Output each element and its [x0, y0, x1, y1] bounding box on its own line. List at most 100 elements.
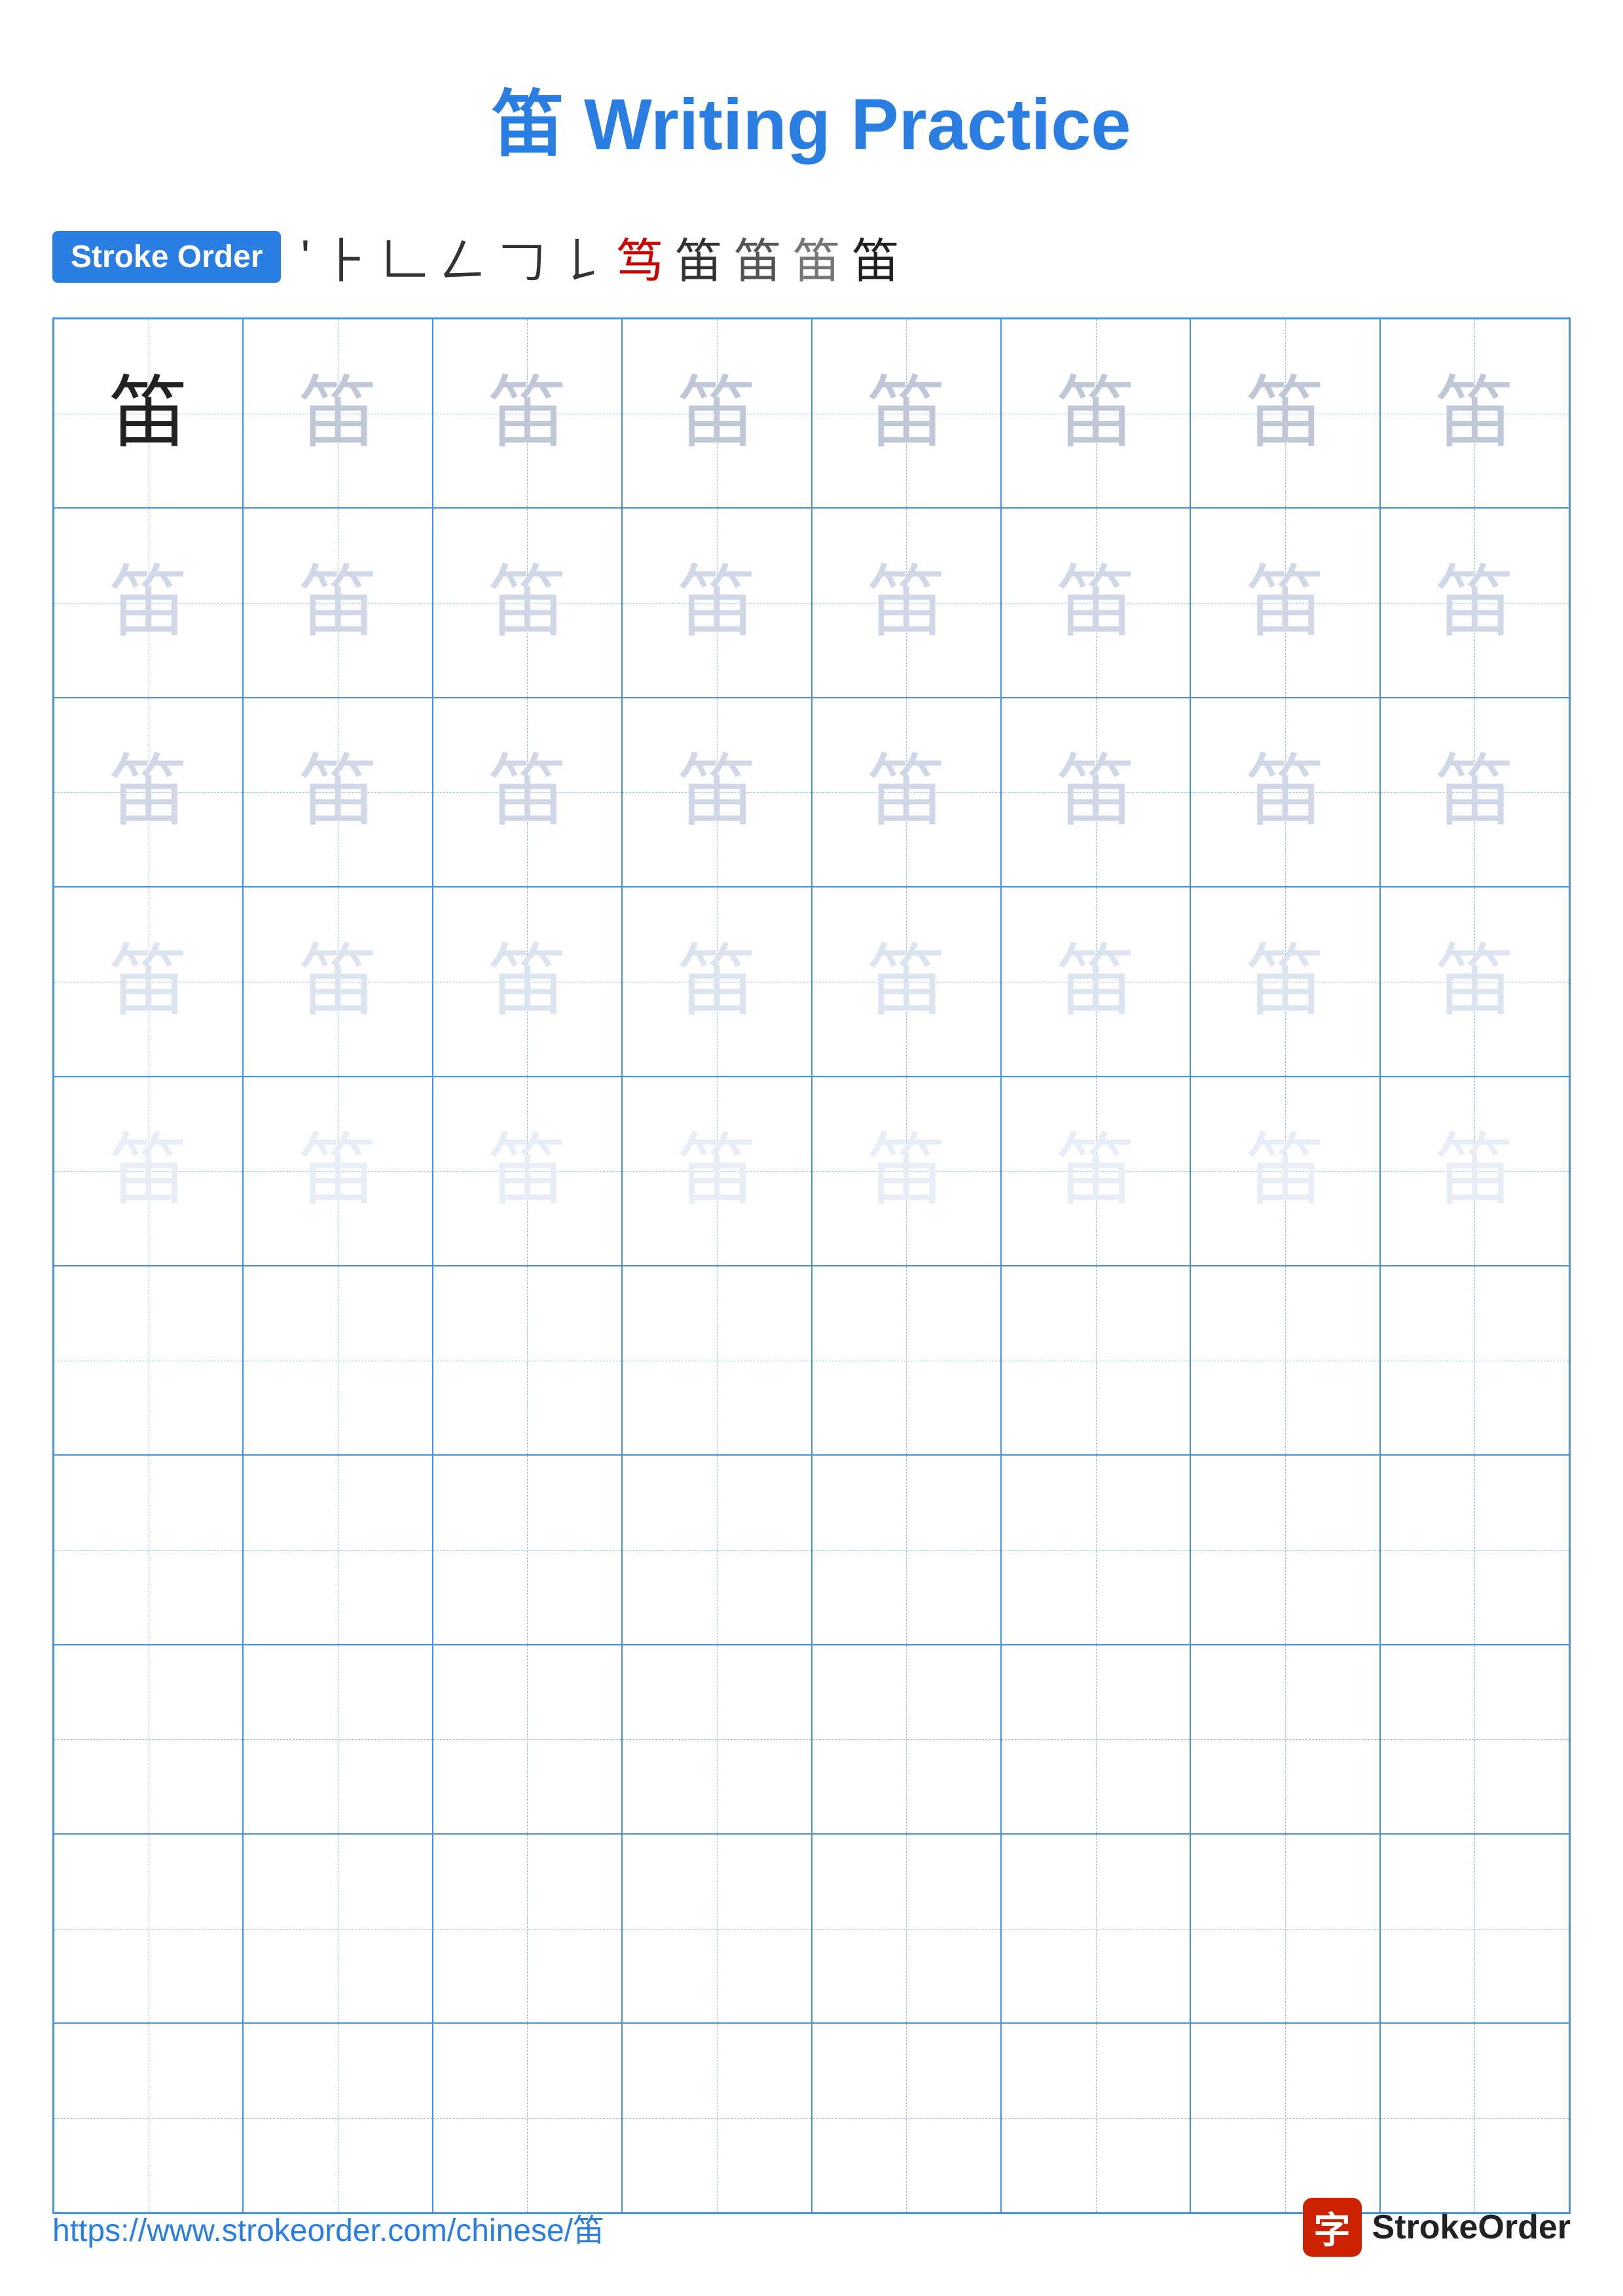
- grid-cell[interactable]: 笛: [243, 319, 432, 508]
- grid-cell[interactable]: 笛: [433, 1455, 622, 1644]
- practice-char: 笛: [1057, 753, 1135, 831]
- stroke-9: 笛: [734, 223, 781, 291]
- grid-cell[interactable]: 笛: [243, 1645, 432, 1834]
- grid-cell[interactable]: 笛: [812, 2023, 1001, 2212]
- grid-cell[interactable]: 笛: [622, 2023, 811, 2212]
- grid-cell[interactable]: 笛: [54, 1645, 243, 1834]
- grid-cell[interactable]: 笛: [54, 319, 243, 508]
- grid-cell[interactable]: 笛: [1190, 1645, 1379, 1834]
- grid-cell[interactable]: 笛: [812, 1645, 1001, 1834]
- grid-cell[interactable]: 笛: [1380, 887, 1569, 1076]
- grid-cell[interactable]: 笛: [433, 1077, 622, 1266]
- grid-cell[interactable]: 笛: [1001, 1266, 1190, 1455]
- grid-cell[interactable]: 笛: [1001, 1645, 1190, 1834]
- grid-cell[interactable]: 笛: [1380, 1645, 1569, 1834]
- grid-cell[interactable]: 笛: [1001, 887, 1190, 1076]
- grid-cell[interactable]: 笛: [622, 319, 811, 508]
- grid-cell[interactable]: 笛: [1380, 319, 1569, 508]
- stroke-1: ': [301, 230, 310, 284]
- grid-cell[interactable]: 笛: [1001, 1077, 1190, 1266]
- grid-cell[interactable]: 笛: [243, 698, 432, 887]
- footer-url[interactable]: https://www.strokeorder.com/chinese/笛: [52, 2204, 604, 2250]
- practice-char: 笛: [1246, 753, 1324, 831]
- grid-cell[interactable]: 笛: [1001, 508, 1190, 697]
- grid-cell[interactable]: 笛: [1001, 1455, 1190, 1644]
- grid-cell[interactable]: 笛: [54, 1077, 243, 1266]
- grid-cell[interactable]: 笛: [1190, 698, 1379, 887]
- grid-cell[interactable]: 笛: [622, 1834, 811, 2023]
- grid-cell[interactable]: 笛: [1190, 2023, 1379, 2212]
- grid-cell[interactable]: 笛: [243, 1077, 432, 1266]
- grid-cell[interactable]: 笛: [433, 1645, 622, 1834]
- grid-cell[interactable]: 笛: [243, 887, 432, 1076]
- grid-cell[interactable]: 笛: [812, 1455, 1001, 1644]
- grid-cell[interactable]: 笛: [54, 508, 243, 697]
- grid-cell[interactable]: 笛: [1380, 1455, 1569, 1644]
- grid-cell[interactable]: 笛: [433, 887, 622, 1076]
- grid-cell[interactable]: 笛: [243, 1455, 432, 1644]
- grid-cell[interactable]: 笛: [243, 1834, 432, 2023]
- practice-char: 笛: [678, 2079, 756, 2157]
- grid-cell[interactable]: 笛: [1001, 2023, 1190, 2212]
- grid-cell[interactable]: 笛: [812, 319, 1001, 508]
- grid-cell[interactable]: 笛: [1380, 1077, 1569, 1266]
- grid-cell[interactable]: 笛: [54, 1266, 243, 1455]
- grid-cell[interactable]: 笛: [812, 698, 1001, 887]
- grid-cell[interactable]: 笛: [622, 1266, 811, 1455]
- practice-char: 笛: [867, 374, 945, 453]
- grid-cell[interactable]: 笛: [54, 698, 243, 887]
- grid-cell[interactable]: 笛: [622, 508, 811, 697]
- practice-char: 笛: [1246, 942, 1324, 1021]
- grid-cell[interactable]: 笛: [812, 887, 1001, 1076]
- practice-char: 笛: [109, 1132, 188, 1210]
- grid-cell[interactable]: 笛: [812, 1077, 1001, 1266]
- grid-cell[interactable]: 笛: [1190, 508, 1379, 697]
- grid-cell[interactable]: 笛: [1190, 319, 1379, 508]
- grid-cell[interactable]: 笛: [1190, 1077, 1379, 1266]
- grid-cell[interactable]: 笛: [433, 1834, 622, 2023]
- practice-char: 笛: [299, 942, 377, 1021]
- practice-char: 笛: [678, 1132, 756, 1210]
- grid-cell[interactable]: 笛: [812, 508, 1001, 697]
- grid-cell[interactable]: 笛: [243, 1266, 432, 1455]
- grid-cell[interactable]: 笛: [622, 1645, 811, 1834]
- practice-char: 笛: [299, 1511, 377, 1589]
- grid-cell[interactable]: 笛: [1380, 698, 1569, 887]
- grid-cell[interactable]: 笛: [54, 2023, 243, 2212]
- grid-cell[interactable]: 笛: [54, 1455, 243, 1644]
- grid-cell[interactable]: 笛: [1190, 1834, 1379, 2023]
- practice-char: 笛: [1057, 1890, 1135, 1968]
- grid-cell[interactable]: 笛: [622, 1077, 811, 1266]
- practice-char: 笛: [1246, 564, 1324, 642]
- grid-cell[interactable]: 笛: [622, 698, 811, 887]
- grid-cell[interactable]: 笛: [1380, 2023, 1569, 2212]
- grid-cell[interactable]: 笛: [1001, 698, 1190, 887]
- grid-cell[interactable]: 笛: [54, 1834, 243, 2023]
- grid-cell[interactable]: 笛: [1190, 887, 1379, 1076]
- practice-char: 笛: [678, 753, 756, 831]
- practice-char: 笛: [867, 564, 945, 642]
- grid-cell[interactable]: 笛: [1190, 1266, 1379, 1455]
- grid-cell[interactable]: 笛: [1001, 319, 1190, 508]
- grid-cell[interactable]: 笛: [622, 1455, 811, 1644]
- grid-cell[interactable]: 笛: [243, 508, 432, 697]
- grid-cell[interactable]: 笛: [1380, 1834, 1569, 2023]
- grid-cell[interactable]: 笛: [433, 1266, 622, 1455]
- grid-cell[interactable]: 笛: [433, 2023, 622, 2212]
- grid-cell[interactable]: 笛: [54, 887, 243, 1076]
- stroke-order-badge: Stroke Order: [52, 231, 281, 283]
- practice-char: 笛: [488, 1700, 566, 1778]
- grid-cell[interactable]: 笛: [433, 319, 622, 508]
- stroke-8: 笛: [675, 223, 722, 291]
- grid-cell[interactable]: 笛: [1380, 1266, 1569, 1455]
- grid-cell[interactable]: 笛: [1001, 1834, 1190, 2023]
- grid-cell[interactable]: 笛: [812, 1834, 1001, 2023]
- grid-cell[interactable]: 笛: [433, 508, 622, 697]
- grid-cell[interactable]: 笛: [1380, 508, 1569, 697]
- grid-cell[interactable]: 笛: [1190, 1455, 1379, 1644]
- footer-logo: 字 StrokeOrder: [1303, 2198, 1571, 2257]
- grid-cell[interactable]: 笛: [622, 887, 811, 1076]
- grid-cell[interactable]: 笛: [243, 2023, 432, 2212]
- grid-cell[interactable]: 笛: [433, 698, 622, 887]
- grid-cell[interactable]: 笛: [812, 1266, 1001, 1455]
